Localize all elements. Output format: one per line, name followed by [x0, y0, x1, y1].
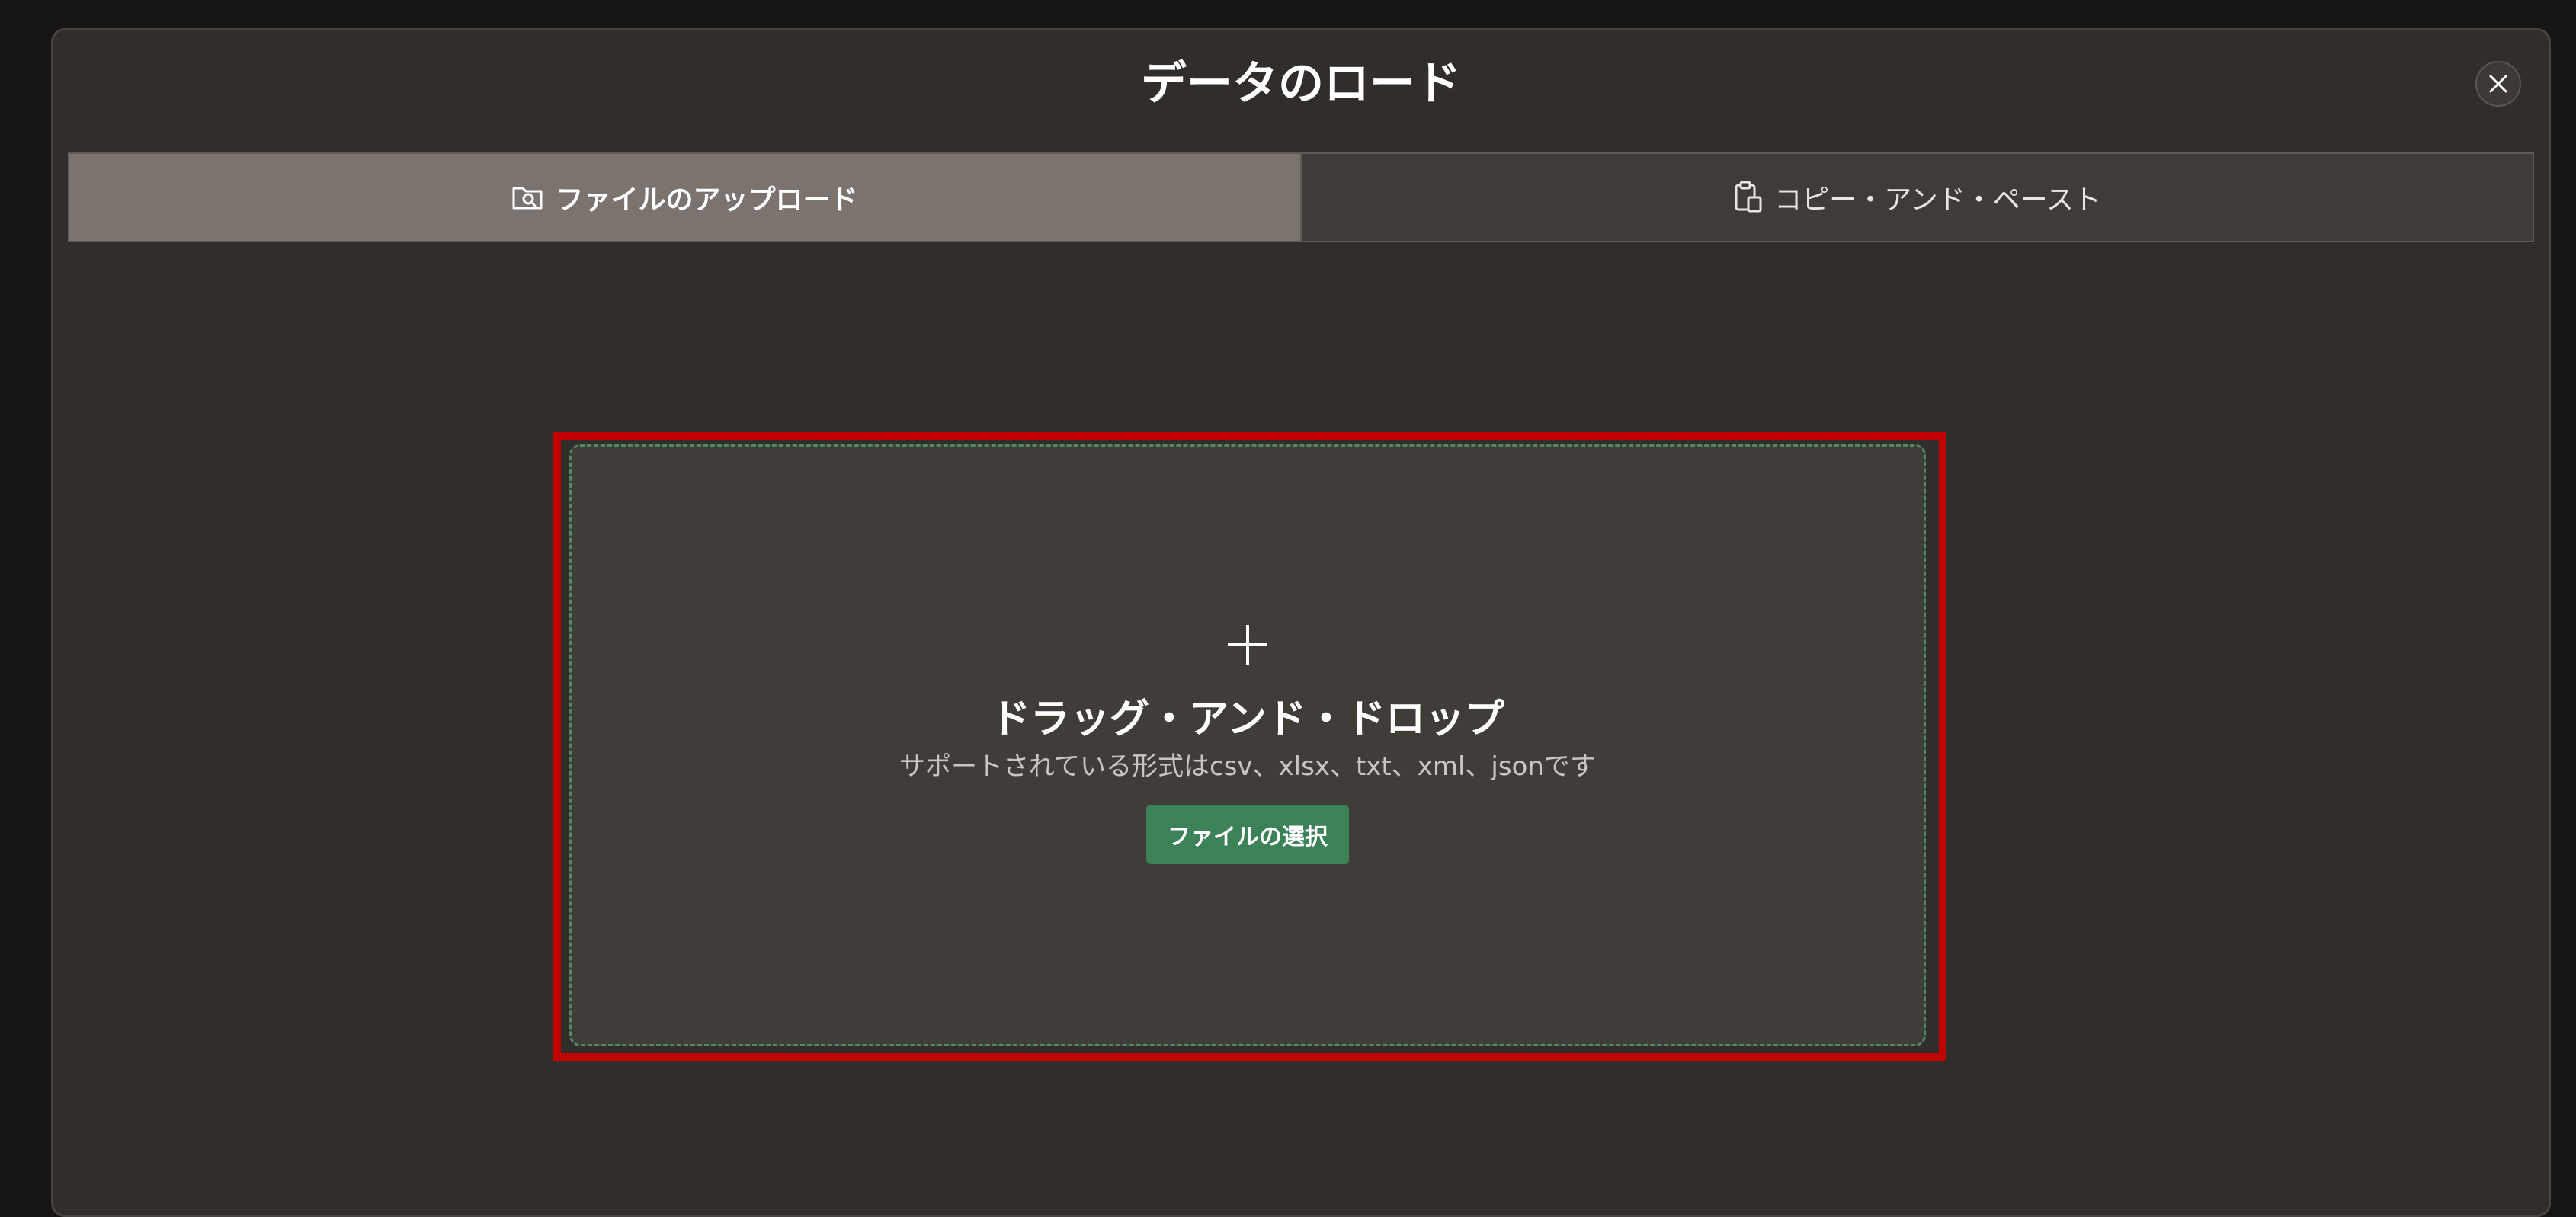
tab-copy-paste[interactable]: コピー・アンド・ペースト [1300, 154, 2533, 241]
dialog-header: データのロード [53, 30, 2549, 152]
drop-zone-content: ドラッグ・アンド・ドロップ サポートされている形式はcsv、xlsx、txt、x… [572, 622, 1924, 864]
plus-icon [1228, 625, 1267, 665]
clipboard-icon [1735, 181, 1762, 213]
tab-bar: ファイルのアップロード コピー・アンド・ペースト [68, 152, 2534, 242]
folder-search-icon [512, 187, 543, 210]
tab-file-upload-label: ファイルのアップロード [556, 184, 858, 216]
close-icon [2489, 75, 2507, 93]
file-drop-zone[interactable]: ドラッグ・アンド・ドロップ サポートされている形式はcsv、xlsx、txt、x… [569, 444, 1926, 1046]
tab-file-upload[interactable]: ファイルのアップロード [69, 154, 1300, 241]
dialog-title: データのロード [1141, 57, 1461, 110]
select-file-button[interactable]: ファイルの選択 [1146, 805, 1349, 864]
close-button[interactable] [2475, 61, 2521, 107]
tab-copy-paste-label: コピー・アンド・ペースト [1774, 184, 2101, 216]
supported-formats-text: サポートされている形式はcsv、xlsx、txt、xml、jsonです [899, 751, 1596, 782]
drop-zone-title: ドラッグ・アンド・ドロップ [991, 697, 1504, 742]
